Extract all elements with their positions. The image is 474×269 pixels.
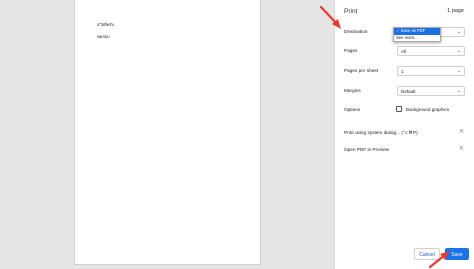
open-pdf-preview-link[interactable]: Open PDF in Preview bbox=[344, 147, 389, 152]
pages-per-sheet-select[interactable]: 1 ⌄ bbox=[397, 66, 465, 76]
annotation-arrow-destination bbox=[319, 5, 341, 29]
system-dialog-link[interactable]: Print using system dialog... (⌥⌘P) bbox=[344, 130, 418, 136]
print-title: Print bbox=[344, 8, 358, 15]
external-link-icon: ⇱ bbox=[459, 129, 464, 135]
pages-per-sheet-value: 1 bbox=[401, 69, 404, 74]
chevron-down-icon: ⌄ bbox=[456, 68, 461, 74]
preview-page: สวัสดีครับ ทดสอบ bbox=[74, 0, 261, 265]
print-preview-area: สวัสดีครับ ทดสอบ bbox=[0, 0, 334, 269]
pages-value: All bbox=[401, 49, 407, 54]
page-count: 1 page bbox=[447, 8, 464, 14]
chevron-down-icon: ⌄ bbox=[456, 88, 461, 94]
destination-dropdown[interactable]: ✓ Save as PDF See more... bbox=[393, 27, 441, 42]
print-settings-panel: Print 1 page Destination ⌄ ✓ Save as PDF… bbox=[334, 0, 474, 269]
margins-label: Margins bbox=[344, 88, 361, 93]
external-link-icon: ⇱ bbox=[459, 146, 464, 152]
destination-label: Destination bbox=[344, 29, 368, 34]
pages-label: Pages bbox=[344, 48, 358, 53]
chevron-down-icon: ⌄ bbox=[456, 29, 461, 35]
destination-option-see-more[interactable]: See more... bbox=[394, 35, 440, 42]
preview-text-line-2: ทดสอบ bbox=[97, 34, 110, 39]
pages-select[interactable]: All ⌄ bbox=[397, 46, 465, 56]
margins-select[interactable]: Default ⌄ bbox=[397, 86, 465, 96]
pages-per-sheet-label: Pages per sheet bbox=[344, 68, 379, 73]
annotation-arrow-save bbox=[428, 251, 450, 269]
margins-value: Default bbox=[401, 89, 416, 94]
background-graphics-label: Background graphics bbox=[406, 107, 450, 112]
chevron-down-icon: ⌄ bbox=[456, 48, 461, 54]
preview-text-line-1: สวัสดีครับ bbox=[97, 22, 115, 27]
options-label: Options bbox=[344, 107, 361, 112]
background-graphics-checkbox[interactable] bbox=[396, 106, 402, 112]
